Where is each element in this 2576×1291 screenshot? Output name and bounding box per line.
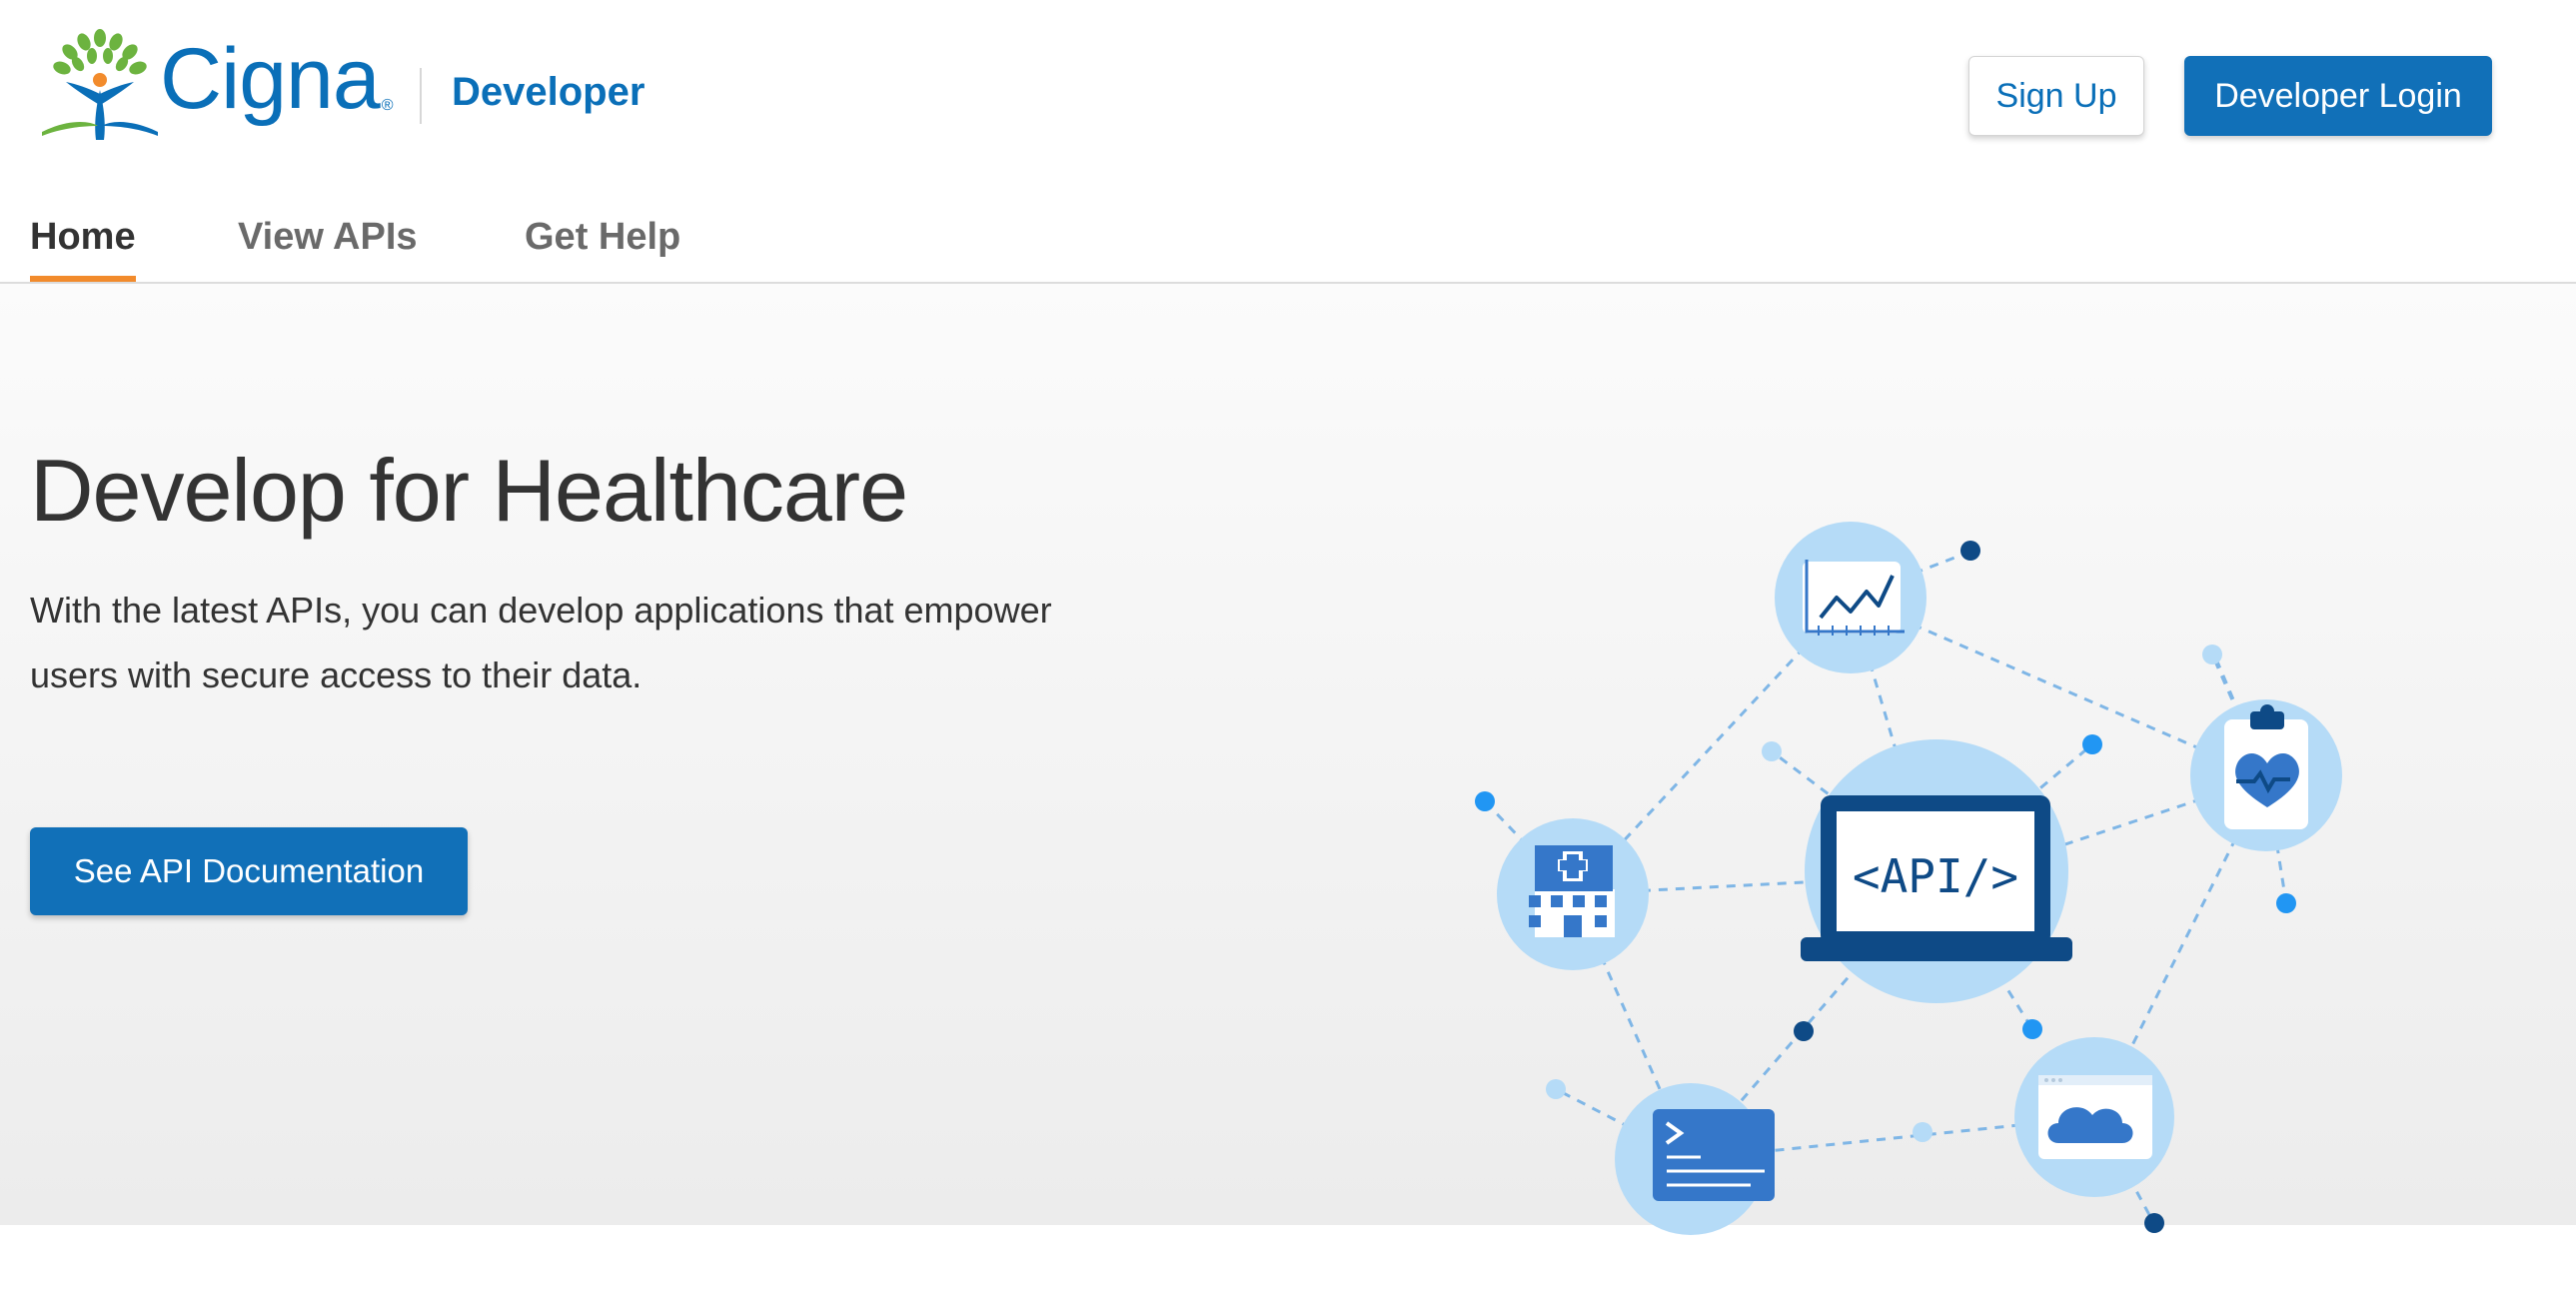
tab-view-apis[interactable]: View APIs	[238, 216, 418, 282]
registered-mark: ®	[381, 97, 394, 114]
see-api-documentation-button[interactable]: See API Documentation	[30, 827, 468, 915]
site-header: Cigna ® Developer Sign Up Developer Logi…	[0, 0, 2576, 284]
cloud-icon	[2014, 1037, 2174, 1197]
laptop-api-icon: <API/>	[1801, 739, 2072, 1003]
cigna-tree-icon	[42, 29, 158, 140]
analytics-chart-icon	[1775, 522, 1927, 673]
terminal-icon	[1615, 1083, 1775, 1235]
tab-home[interactable]: Home	[30, 216, 136, 284]
hospital-icon	[1497, 818, 1649, 970]
portal-label: Developer	[452, 70, 645, 114]
logo-divider	[420, 68, 422, 124]
brand-name: Cigna	[160, 30, 381, 127]
cigna-logo[interactable]: Cigna ®	[36, 28, 394, 144]
hero-title: Develop for Healthcare	[30, 441, 908, 540]
api-network-illustration: <API/>	[1475, 522, 2342, 1235]
health-clipboard-icon	[2190, 699, 2342, 851]
main-nav: Home View APIs Get Help	[0, 200, 2576, 284]
api-label: <API/>	[1853, 849, 2018, 903]
developer-login-button[interactable]: Developer Login	[2184, 56, 2492, 136]
tab-get-help[interactable]: Get Help	[525, 216, 680, 282]
hero-description: With the latest APIs, you can develop ap…	[30, 590, 1052, 695]
sign-up-button[interactable]: Sign Up	[1968, 56, 2144, 136]
